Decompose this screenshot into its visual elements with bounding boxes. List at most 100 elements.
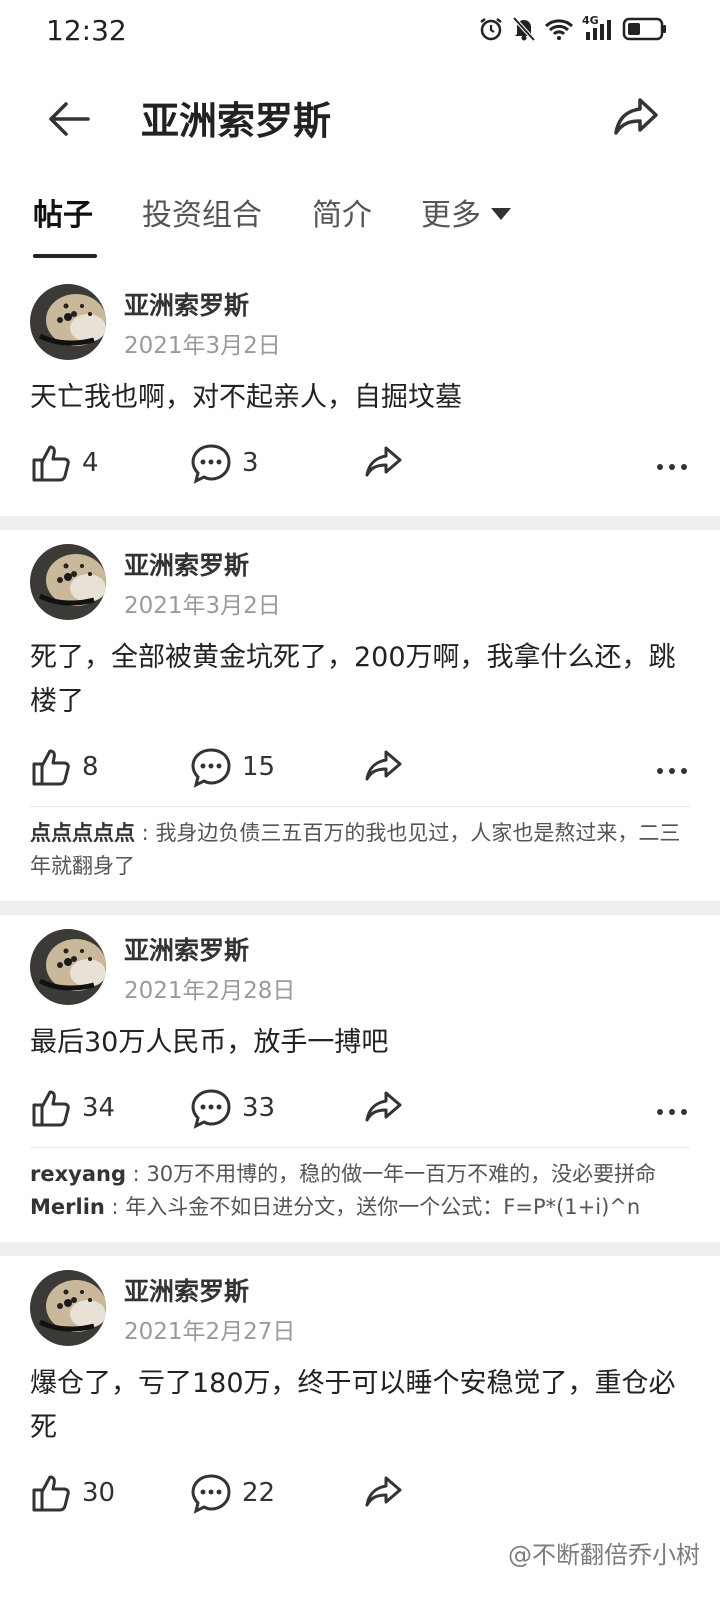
post-author[interactable]: 亚洲索罗斯 [124, 931, 249, 967]
like-button[interactable]: 34 [30, 1087, 115, 1129]
post-date: 2021年2月27日 [124, 1319, 296, 1345]
status-time: 12:32 [46, 14, 127, 47]
comment-user: rexyang [30, 1162, 126, 1186]
post-actions: 8 15 [30, 732, 690, 802]
thumbs-up-icon [32, 1475, 70, 1512]
post-text[interactable]: 最后30万人民币，放手一搏吧 [30, 1021, 690, 1065]
post-actions: 4 3 [30, 428, 690, 498]
like-count: 34 [82, 1093, 116, 1123]
post-date: 2021年3月2日 [124, 333, 281, 359]
post-card: 亚洲索罗斯 2021年2月28日 最后30万人民币，放手一搏吧 34 33 re… [0, 915, 720, 1242]
comment-icon [191, 748, 231, 788]
tab-active-indicator [33, 254, 97, 258]
share-icon[interactable] [612, 92, 662, 142]
comment-button[interactable]: 15 [190, 746, 275, 788]
post-card: 亚洲索罗斯 2021年2月27日 爆仓了，亏了180万，终于可以睡个安稳觉了，重… [0, 1256, 720, 1546]
avatar[interactable] [30, 544, 106, 620]
post-text[interactable]: 爆仓了，亏了180万，终于可以睡个安稳觉了，重仓必死 [30, 1362, 690, 1450]
post-text[interactable]: 天亡我也啊，对不起亲人，自掘坟墓 [30, 376, 690, 420]
page-title: 亚洲索罗斯 [141, 99, 332, 143]
comment-count: 33 [242, 1093, 276, 1123]
tab-more-label: 更多 [421, 198, 481, 233]
post-author[interactable]: 亚洲索罗斯 [124, 1272, 249, 1308]
comment-preview[interactable]: rexyang : 30万不用博的，稳的做一年一百万不难的，没必要拼命 [30, 1158, 690, 1191]
comment-user: Merlin [30, 1195, 105, 1219]
comment-user: 点点点点点 [30, 821, 135, 845]
comment-count: 3 [242, 448, 259, 478]
network-4g-icon: 4G [582, 14, 614, 42]
post-actions: 30 22 [30, 1458, 690, 1528]
app-bar: 亚洲索罗斯 [0, 64, 720, 174]
section-divider [0, 516, 720, 530]
share-icon [365, 750, 402, 781]
post-header: 亚洲索罗斯 2021年2月27日 [30, 1270, 690, 1350]
tab-more[interactable]: 更多 [421, 190, 511, 234]
tab-profile[interactable]: 简介 [312, 190, 372, 234]
post-header: 亚洲索罗斯 2021年2月28日 [30, 929, 690, 1009]
share-button[interactable] [364, 442, 404, 482]
like-count: 30 [82, 1478, 116, 1508]
more-dots-icon [657, 464, 687, 470]
cheetah-avatar-icon [30, 284, 106, 360]
back-arrow-icon[interactable] [44, 94, 94, 144]
share-icon [365, 1476, 402, 1507]
signal-bars-icon [586, 20, 611, 40]
share-icon [365, 1091, 402, 1122]
post-author[interactable]: 亚洲索罗斯 [124, 286, 249, 322]
battery-icon [622, 17, 666, 41]
comment-preview[interactable]: 点点点点点 : 我身边负债三五百万的我也见过，人家也是熬过来，二三年就翻身了 [30, 817, 690, 883]
comment-count: 22 [242, 1478, 276, 1508]
post-date: 2021年3月2日 [124, 593, 281, 619]
post-header: 亚洲索罗斯 2021年3月2日 [30, 284, 690, 364]
avatar[interactable] [30, 929, 106, 1005]
thumbs-up-icon [32, 1090, 70, 1127]
section-divider [0, 901, 720, 915]
post-date: 2021年2月28日 [124, 978, 296, 1004]
alarm-icon [480, 18, 502, 41]
comment-button[interactable]: 22 [190, 1472, 275, 1514]
wifi-icon [544, 19, 574, 40]
post-header: 亚洲索罗斯 2021年3月2日 [30, 544, 690, 624]
avatar[interactable] [30, 1270, 106, 1346]
cheetah-avatar-icon [30, 544, 106, 620]
like-button[interactable]: 4 [30, 442, 99, 484]
watermark: @不断翻倍乔小树 [508, 1541, 700, 1569]
share-button[interactable] [364, 1472, 404, 1512]
cheetah-avatar-icon [30, 929, 106, 1005]
comment-text: 30万不用博的，稳的做一年一百万不难的，没必要拼命 [146, 1162, 657, 1186]
more-options-button[interactable] [656, 760, 688, 779]
comment-preview-list: 点点点点点 : 我身边负债三五百万的我也见过，人家也是熬过来，二三年就翻身了 [30, 806, 690, 883]
status-icons: 4G [478, 14, 668, 42]
comment-count: 15 [242, 752, 276, 782]
tab-bar: 帖子 投资组合 简介 更多 [0, 190, 720, 262]
post-author[interactable]: 亚洲索罗斯 [124, 546, 249, 582]
post-actions: 34 33 [30, 1073, 690, 1143]
more-options-button[interactable] [656, 1101, 688, 1120]
caret-down-icon [491, 207, 511, 220]
comment-preview-list: rexyang : 30万不用博的，稳的做一年一百万不难的，没必要拼命 Merl… [30, 1147, 690, 1224]
mute-bell-icon [512, 16, 536, 42]
cheetah-avatar-icon [30, 1270, 106, 1346]
tab-posts[interactable]: 帖子 [33, 190, 93, 234]
more-dots-icon [657, 1109, 687, 1115]
tab-portfolio[interactable]: 投资组合 [142, 190, 262, 234]
status-bar: 12:32 4G [0, 0, 720, 64]
comment-button[interactable]: 33 [190, 1087, 275, 1129]
like-button[interactable]: 8 [30, 746, 99, 788]
avatar[interactable] [30, 284, 106, 360]
more-dots-icon [657, 768, 687, 774]
like-count: 4 [82, 448, 99, 478]
thumbs-up-icon [32, 749, 70, 786]
post-card: 亚洲索罗斯 2021年3月2日 死了，全部被黄金坑死了，200万啊，我拿什么还，… [0, 530, 720, 901]
post-text[interactable]: 死了，全部被黄金坑死了，200万啊，我拿什么还，跳楼了 [30, 636, 690, 724]
share-button[interactable] [364, 1087, 404, 1127]
like-count: 8 [82, 752, 99, 782]
like-button[interactable]: 30 [30, 1472, 115, 1514]
share-button[interactable] [364, 746, 404, 786]
comment-button[interactable]: 3 [190, 442, 259, 484]
comment-icon [191, 1474, 231, 1514]
post-feed: 亚洲索罗斯 2021年3月2日 天亡我也啊，对不起亲人，自掘坟墓 4 3 亚洲索… [0, 270, 720, 1546]
comment-preview[interactable]: Merlin : 年入斗金不如日进分文，送你一个公式：F=P*(1+i)^n [30, 1191, 690, 1224]
thumbs-up-icon [32, 445, 70, 482]
more-options-button[interactable] [656, 456, 688, 475]
